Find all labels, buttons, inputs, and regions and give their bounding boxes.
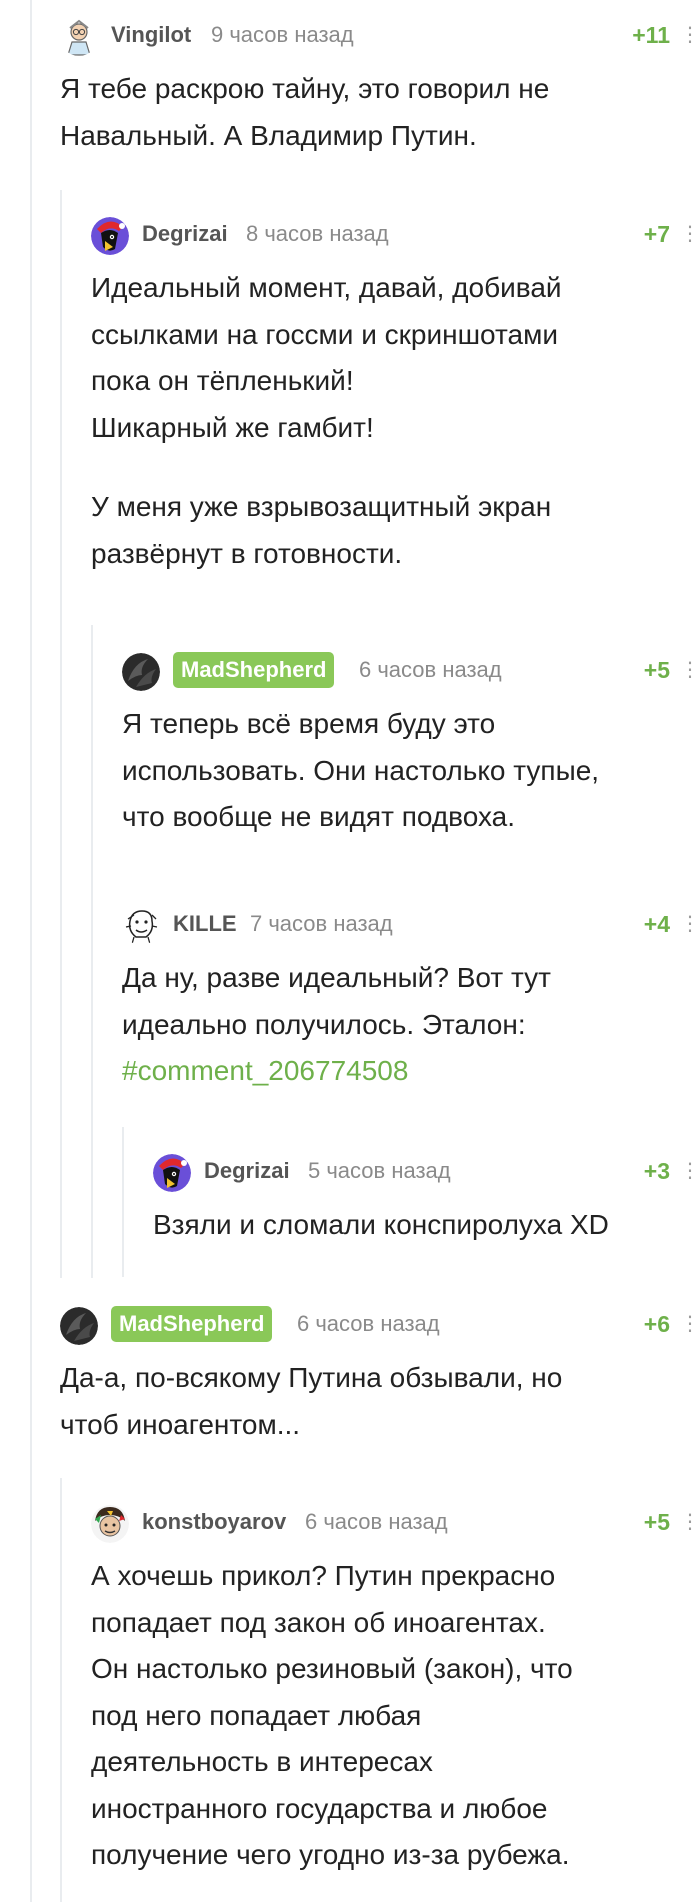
more-vertical-icon[interactable]: ⋮ — [680, 651, 700, 689]
comment-author[interactable]: MadShepherd — [111, 1306, 273, 1342]
comment: konstboyarov 6 часов назад +5 ⋮ А хочешь… — [91, 1503, 700, 1879]
comment-rating: +5 — [643, 657, 670, 683]
comment-link[interactable]: #comment_206774508 — [122, 1055, 408, 1086]
avatar[interactable] — [122, 653, 160, 691]
comment-header: Degrizai 8 часов назад +7 ⋮ — [91, 215, 700, 255]
avatar[interactable] — [91, 217, 129, 255]
thread-line[interactable] — [30, 0, 32, 1902]
comment: Degrizai 8 часов назад +7 ⋮ Идеальный мо… — [91, 215, 700, 577]
comment-author[interactable]: konstboyarov — [142, 1503, 286, 1541]
more-vertical-icon[interactable]: ⋮ — [680, 905, 700, 943]
comment-time: 6 часов назад — [359, 657, 502, 682]
comment-header: MadShepherd 6 часов назад +6 ⋮ — [60, 1305, 700, 1345]
more-vertical-icon[interactable]: ⋮ — [680, 1305, 700, 1343]
comment-author[interactable]: MadShepherd — [173, 652, 335, 688]
thread-line[interactable] — [122, 1127, 124, 1277]
more-vertical-icon[interactable]: ⋮ — [680, 1152, 700, 1190]
comment-header: Vingilot 9 часов назад +11 ⋮ — [60, 16, 700, 56]
avatar[interactable] — [153, 1154, 191, 1192]
thread-line[interactable] — [60, 1478, 62, 1902]
comment-rating: +7 — [643, 221, 670, 247]
avatar[interactable] — [60, 18, 98, 56]
comment-rating: +4 — [643, 911, 670, 937]
comment-time: 7 часов назад — [250, 911, 393, 936]
comment-time: 8 часов назад — [246, 221, 389, 246]
comment: MadShepherd 6 часов назад +6 ⋮ Да-а, по-… — [60, 1305, 700, 1448]
comment-text: А хочешь прикол? Путин прекрасно попадае… — [91, 1560, 573, 1870]
comment-text: Я тебе раскрою тайну, это говорил не Нав… — [60, 73, 550, 151]
comment-time: 9 часов назад — [211, 22, 354, 47]
comment-rating: +6 — [643, 1311, 670, 1337]
comment-header: konstboyarov 6 часов назад +5 ⋮ — [91, 1503, 700, 1543]
avatar[interactable] — [60, 1307, 98, 1345]
comment: Vingilot 9 часов назад +11 ⋮ Я тебе раск… — [60, 16, 700, 159]
comment-text: Я теперь всё время буду это использовать… — [122, 708, 600, 832]
comment-rating: +11 — [632, 22, 670, 48]
comment-author[interactable]: KILLE — [173, 905, 237, 943]
comment-author[interactable]: Degrizai — [142, 215, 228, 253]
more-vertical-icon[interactable]: ⋮ — [680, 215, 700, 253]
comment: Degrizai 5 часов назад +3 ⋮ Взяли и слом… — [153, 1152, 700, 1249]
avatar[interactable] — [91, 1505, 129, 1543]
comment-header: Degrizai 5 часов назад +3 ⋮ — [153, 1152, 700, 1192]
comment-rating: +3 — [643, 1158, 670, 1184]
comment: MadShepherd 6 часов назад +5 ⋮ Я теперь … — [122, 651, 700, 841]
comment: KILLE 7 часов назад +4 ⋮ Да ну, разве ид… — [122, 905, 700, 1095]
comment-text: Да ну, разве идеальный? Вот тут идеально… — [122, 962, 551, 1086]
comment-rating: +5 — [643, 1509, 670, 1535]
avatar[interactable] — [122, 907, 160, 945]
comment-time: 6 часов назад — [305, 1509, 448, 1534]
thread-line[interactable] — [60, 190, 62, 1278]
comment-time: 6 часов назад — [297, 1311, 440, 1336]
comment-header: KILLE 7 часов назад +4 ⋮ — [122, 905, 700, 945]
thread-line[interactable] — [91, 625, 93, 1278]
comment-time: 5 часов назад — [308, 1158, 451, 1183]
comment-author[interactable]: Degrizai — [204, 1152, 290, 1190]
more-vertical-icon[interactable]: ⋮ — [680, 16, 700, 54]
comment-author[interactable]: Vingilot — [111, 16, 191, 54]
more-vertical-icon[interactable]: ⋮ — [680, 1503, 700, 1541]
comment-text: Взяли и сломали конспиролуха XD — [153, 1209, 609, 1240]
comment-text: Да-а, по-всякому Путина обзывали, но что… — [60, 1362, 563, 1440]
comment-header: MadShepherd 6 часов назад +5 ⋮ — [122, 651, 700, 691]
comment-text: Идеальный момент, давай, добивай ссылкам… — [91, 272, 562, 569]
